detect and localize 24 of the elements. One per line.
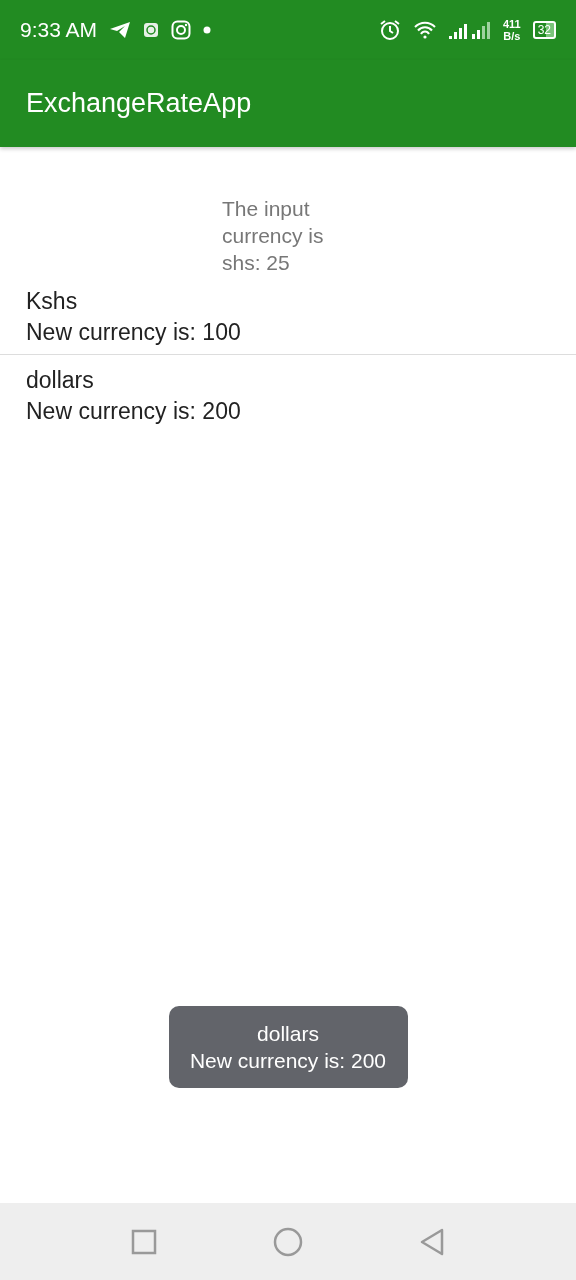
network-unit: B/s — [503, 30, 521, 43]
currency-name: Kshs — [26, 287, 78, 316]
app-icon — [143, 22, 160, 38]
currency-name: dollars — [26, 366, 94, 395]
signal-icon — [448, 20, 491, 40]
battery-level: 32 — [532, 21, 556, 39]
app-title: ExchangeRateApp — [26, 88, 252, 119]
list-item[interactable]: dollars New currency is: 200 — [0, 355, 576, 433]
input-label: The input currency is shs: 25 — [222, 196, 325, 276]
dot-icon — [203, 26, 212, 34]
network-speed: 411 — [502, 17, 521, 30]
list-item[interactable]: Kshs New currency is: 100 — [0, 276, 576, 354]
camera-icon — [171, 20, 192, 40]
wifi-icon — [412, 20, 437, 40]
clock-time: 9:33 AM — [20, 18, 98, 42]
conversion-result: New currency is: 200 — [26, 397, 241, 426]
back-icon[interactable] — [419, 1227, 445, 1256]
home-icon[interactable] — [273, 1226, 303, 1257]
alarm-icon — [378, 19, 401, 41]
conversion-result: New currency is: 100 — [26, 318, 241, 347]
paper-plane-icon — [109, 21, 132, 39]
toast-currency-name: dollars — [257, 1021, 319, 1047]
toast-result: New currency is: 200 — [189, 1048, 387, 1074]
recents-icon[interactable] — [131, 1228, 157, 1255]
